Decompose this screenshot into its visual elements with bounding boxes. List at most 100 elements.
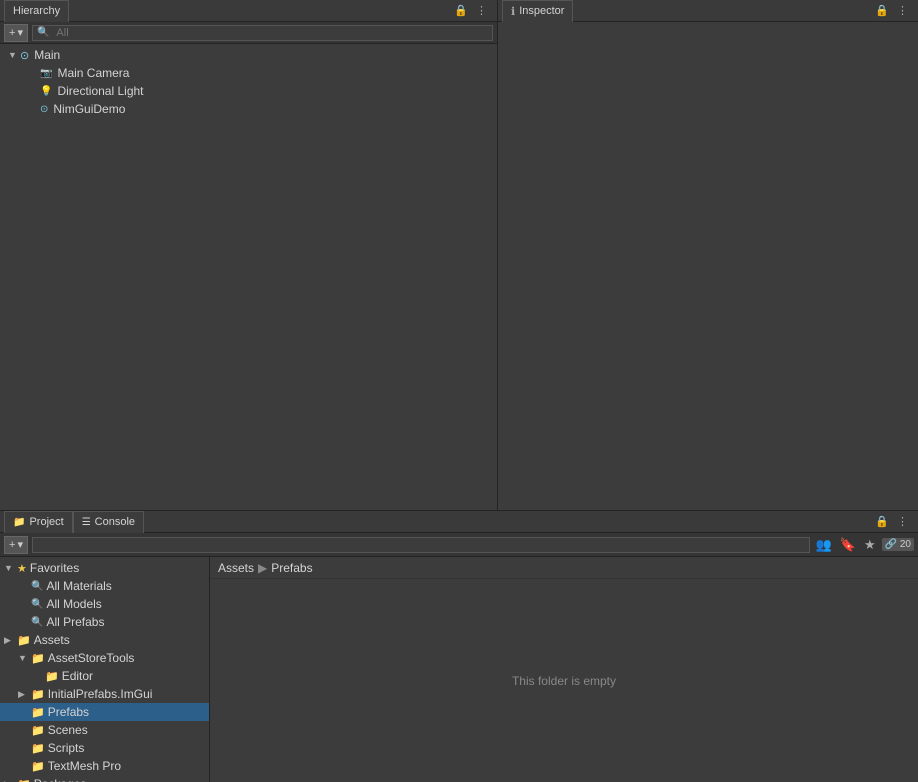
all-models-label: All Models — [46, 597, 101, 611]
project-main-area: Assets ▶ Prefabs This folder is empty — [210, 557, 918, 782]
favorites-arrow: ▼ — [4, 563, 14, 573]
hierarchy-tree: ▼ ⊙ Main 📷 Main Camera 💡 Directional Lig… — [0, 44, 497, 510]
project-tab-icons: 🔒 ⋮ — [873, 515, 914, 528]
nimguidemo-icon: ⊙ — [40, 104, 48, 115]
packages-label: Packages — [34, 777, 87, 782]
all-models-search-icon: 🔍 — [31, 599, 43, 610]
scenes-label: Scenes — [48, 723, 88, 737]
project-people-icon[interactable]: 👥 — [814, 537, 834, 553]
project-toolbar: + ▾ 👥 🔖 ★ 🔗 20 — [0, 533, 918, 557]
packages-folder-icon: 📁 — [17, 778, 31, 782]
empty-folder-text: This folder is empty — [512, 674, 616, 688]
bottom-row: 📁 Project ☰ Console 🔒 ⋮ + ▾ 👥 🔖 ★ 🔗 20 — [0, 510, 918, 782]
prefabs-label: Prefabs — [48, 705, 89, 719]
assetstoretools-label: AssetStoreTools — [48, 651, 135, 665]
all-materials-search-icon: 🔍 — [31, 581, 43, 592]
breadcrumb: Assets ▶ Prefabs — [210, 557, 918, 579]
project-search-input[interactable] — [32, 537, 810, 553]
hierarchy-panel: Hierarchy 🔒 ⋮ + ▾ 🔍 ▼ ⊙ — [0, 0, 498, 510]
main-label: Main — [34, 48, 60, 62]
project-folder-icon: 📁 — [13, 517, 25, 528]
main-camera-label: Main Camera — [57, 66, 129, 80]
project-tab-label: Project — [29, 516, 63, 528]
project-add-icon: + — [9, 539, 15, 551]
project-add-arrow: ▾ — [17, 538, 23, 551]
sidebar-textmeshpro[interactable]: 📁 TextMesh Pro — [0, 757, 209, 775]
breadcrumb-current[interactable]: Prefabs — [271, 561, 312, 575]
project-tab[interactable]: 📁 Project — [4, 511, 73, 533]
assetstoretools-folder-icon: 📁 — [31, 652, 45, 665]
inspector-more-icon[interactable]: ⋮ — [895, 4, 910, 17]
inspector-panel: ℹ Inspector 🔒 ⋮ — [498, 0, 918, 510]
search-icon: 🔍 — [37, 27, 49, 38]
textmeshpro-folder-icon: 📁 — [31, 760, 45, 773]
project-star-icon[interactable]: ★ — [862, 537, 878, 553]
sidebar-all-materials[interactable]: 🔍 All Materials — [0, 577, 209, 595]
packages-arrow: ▶ — [4, 779, 14, 782]
hierarchy-more-icon[interactable]: ⋮ — [474, 4, 489, 17]
sidebar-assets-header[interactable]: ▶ 📁 Assets — [0, 631, 209, 649]
breadcrumb-separator: ▶ — [258, 561, 267, 575]
nimguidemo-label: NimGuiDemo — [53, 102, 125, 116]
console-tab[interactable]: ☰ Console — [73, 511, 144, 533]
sidebar-all-models[interactable]: 🔍 All Models — [0, 595, 209, 613]
all-prefabs-label: All Prefabs — [46, 615, 104, 629]
sidebar-initialprefabs[interactable]: ▶ 📁 InitialPrefabs.ImGui — [0, 685, 209, 703]
scripts-folder-icon: 📁 — [31, 742, 45, 755]
breadcrumb-root[interactable]: Assets — [218, 561, 254, 575]
inspector-lock-icon[interactable]: 🔒 — [873, 4, 891, 17]
count-value: 20 — [900, 539, 911, 550]
hierarchy-tab[interactable]: Hierarchy — [4, 0, 69, 22]
sidebar-favorites-header[interactable]: ▼ ★ Favorites — [0, 559, 209, 577]
prefabs-folder-icon: 📁 — [31, 706, 45, 719]
project-lock-icon[interactable]: 🔒 — [873, 515, 891, 528]
inspector-tab-label: Inspector — [519, 5, 564, 17]
project-sidebar: ▼ ★ Favorites 🔍 All Materials 🔍 All Mode… — [0, 557, 210, 782]
initialprefabs-folder-icon: 📁 — [31, 688, 45, 701]
main-camera-icon: 📷 — [40, 68, 52, 79]
sidebar-editor[interactable]: 📁 Editor — [0, 667, 209, 685]
scripts-label: Scripts — [48, 741, 85, 755]
editor-folder-icon: 📁 — [45, 670, 59, 683]
hierarchy-add-button[interactable]: + ▾ — [4, 24, 28, 42]
sidebar-assetstoretools[interactable]: ▼ 📁 AssetStoreTools — [0, 649, 209, 667]
directional-light-label: Directional Light — [57, 84, 143, 98]
bottom-content: ▼ ★ Favorites 🔍 All Materials 🔍 All Mode… — [0, 557, 918, 782]
sidebar-all-prefabs[interactable]: 🔍 All Prefabs — [0, 613, 209, 631]
scenes-folder-icon: 📁 — [31, 724, 45, 737]
tree-item-main[interactable]: ▼ ⊙ Main — [0, 46, 497, 64]
tree-item-nimguidemo[interactable]: ⊙ NimGuiDemo — [0, 100, 497, 118]
console-icon: ☰ — [82, 517, 91, 528]
all-prefabs-search-icon: 🔍 — [31, 617, 43, 628]
main-icon: ⊙ — [20, 49, 29, 62]
sidebar-prefabs[interactable]: 📁 Prefabs — [0, 703, 209, 721]
project-bookmark-icon[interactable]: 🔖 — [838, 537, 858, 553]
add-icon: + — [9, 27, 15, 39]
textmeshpro-label: TextMesh Pro — [48, 759, 121, 773]
inspector-tab-bar: ℹ Inspector 🔒 ⋮ — [498, 0, 918, 22]
console-tab-label: Console — [95, 516, 135, 528]
sidebar-packages-header[interactable]: ▶ 📁 Packages — [0, 775, 209, 782]
sidebar-scripts[interactable]: 📁 Scripts — [0, 739, 209, 757]
favorites-star-icon: ★ — [17, 562, 27, 575]
project-more-icon[interactable]: ⋮ — [895, 515, 910, 528]
assets-label: Assets — [34, 633, 70, 647]
project-count-badge: 🔗 20 — [882, 538, 914, 551]
initialprefabs-arrow: ▶ — [18, 689, 28, 700]
project-add-button[interactable]: + ▾ — [4, 536, 28, 554]
assets-arrow: ▶ — [4, 635, 14, 646]
inspector-content — [498, 22, 918, 510]
inspector-tab[interactable]: ℹ Inspector — [502, 0, 573, 22]
hierarchy-tab-icons: 🔒 ⋮ — [452, 4, 493, 17]
hierarchy-search-input[interactable] — [52, 25, 488, 41]
sidebar-scenes[interactable]: 📁 Scenes — [0, 721, 209, 739]
initialprefabs-label: InitialPrefabs.ImGui — [48, 687, 153, 701]
hierarchy-lock-icon[interactable]: 🔒 — [452, 4, 470, 17]
assets-folder-icon: 📁 — [17, 634, 31, 647]
favorites-label: Favorites — [30, 561, 79, 575]
bottom-tab-bar: 📁 Project ☰ Console 🔒 ⋮ — [0, 511, 918, 533]
editor-label: Editor — [62, 669, 93, 683]
tree-item-directional-light[interactable]: 💡 Directional Light — [0, 82, 497, 100]
all-materials-label: All Materials — [46, 579, 111, 593]
tree-item-main-camera[interactable]: 📷 Main Camera — [0, 64, 497, 82]
